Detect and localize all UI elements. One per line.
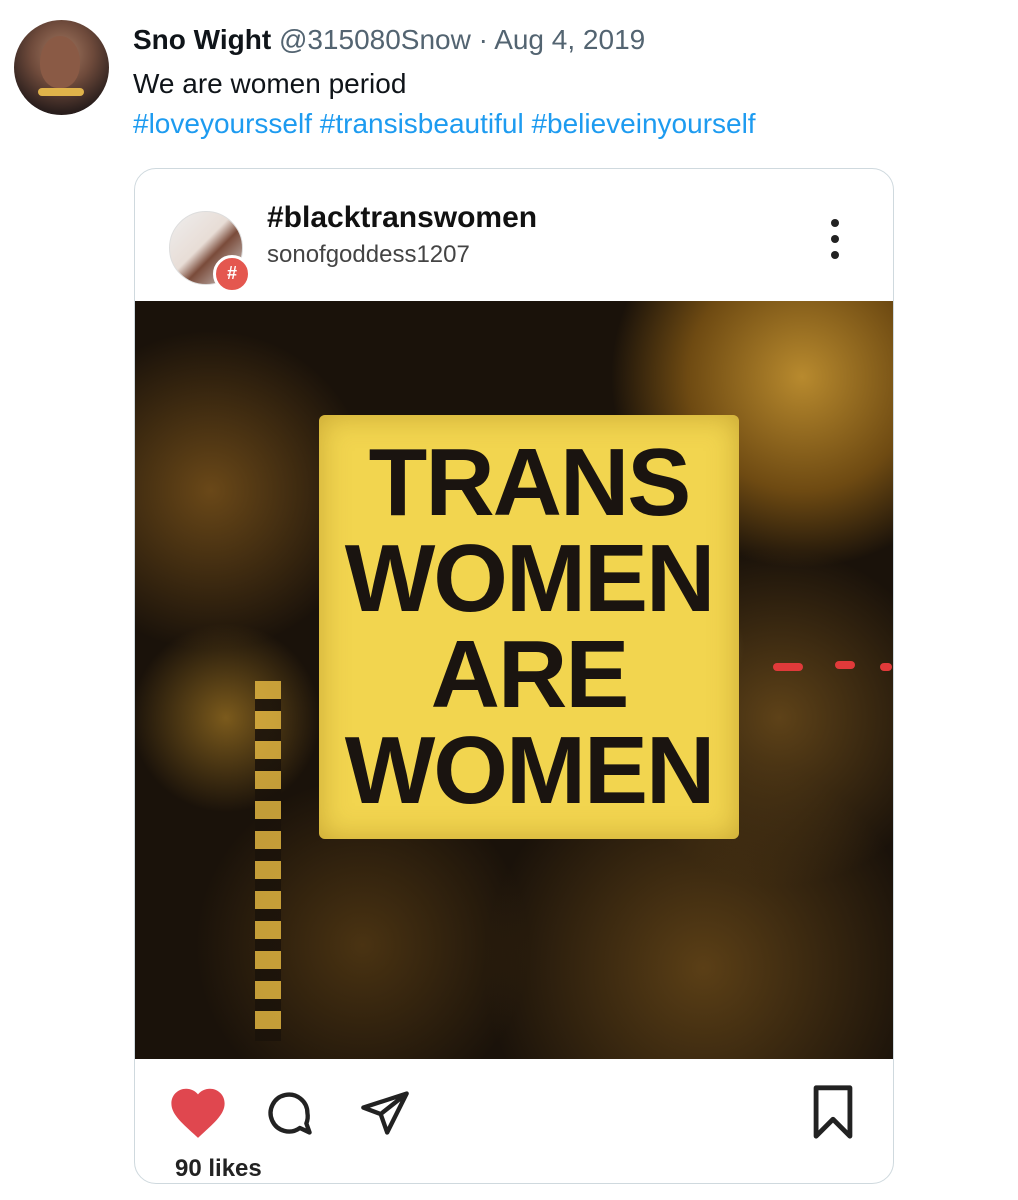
sign-line: WOMEN [344,717,716,824]
avatar-face [40,36,80,88]
heart-icon[interactable] [167,1083,229,1141]
sign-line: ARE [430,621,630,728]
hashtag-link[interactable]: #loveyoursself [133,108,312,139]
post-action-bar: 90 likes [135,1059,893,1183]
tweet-hashtags: #loveyoursself #transisbeautiful #believ… [133,106,756,142]
post-title[interactable]: #blacktranswomen [267,201,537,235]
header-separator: · [478,24,488,55]
tweet-text: We are women period [133,68,407,99]
hashtag-badge-icon: # [213,255,251,293]
hashtag-link[interactable]: #believeinyourself [531,108,755,139]
tweet-date[interactable]: Aug 4, 2019 [494,24,645,55]
likes-count[interactable]: 90 likes [175,1155,262,1183]
more-vertical-icon[interactable] [827,219,843,269]
user-avatar[interactable] [14,20,109,115]
post-photo[interactable]: TRANS WOMEN ARE WOMEN [135,301,893,1059]
sign-line: WOMEN [344,525,716,632]
embedded-post-card[interactable]: # #blacktranswomen sonofgoddess1207 TRAN… [134,168,894,1184]
photo-light [880,663,892,671]
tweet-header: Sno Wight @315080Snow · Aug 4, 2019 [133,22,645,58]
bookmark-icon[interactable] [811,1083,855,1141]
photo-texture [255,681,281,1041]
photo-light [835,661,855,669]
send-icon[interactable] [357,1087,413,1139]
sign-line: TRANS [368,429,692,536]
trans-women-sign: TRANS WOMEN ARE WOMEN [319,415,739,839]
post-username[interactable]: sonofgoddess1207 [267,241,470,269]
comment-icon[interactable] [263,1087,315,1139]
display-name[interactable]: Sno Wight [133,24,271,55]
photo-light [773,663,803,671]
avatar-collar [38,88,84,96]
user-handle[interactable]: @315080Snow [279,24,471,55]
hashtag-link[interactable]: #transisbeautiful [320,108,524,139]
